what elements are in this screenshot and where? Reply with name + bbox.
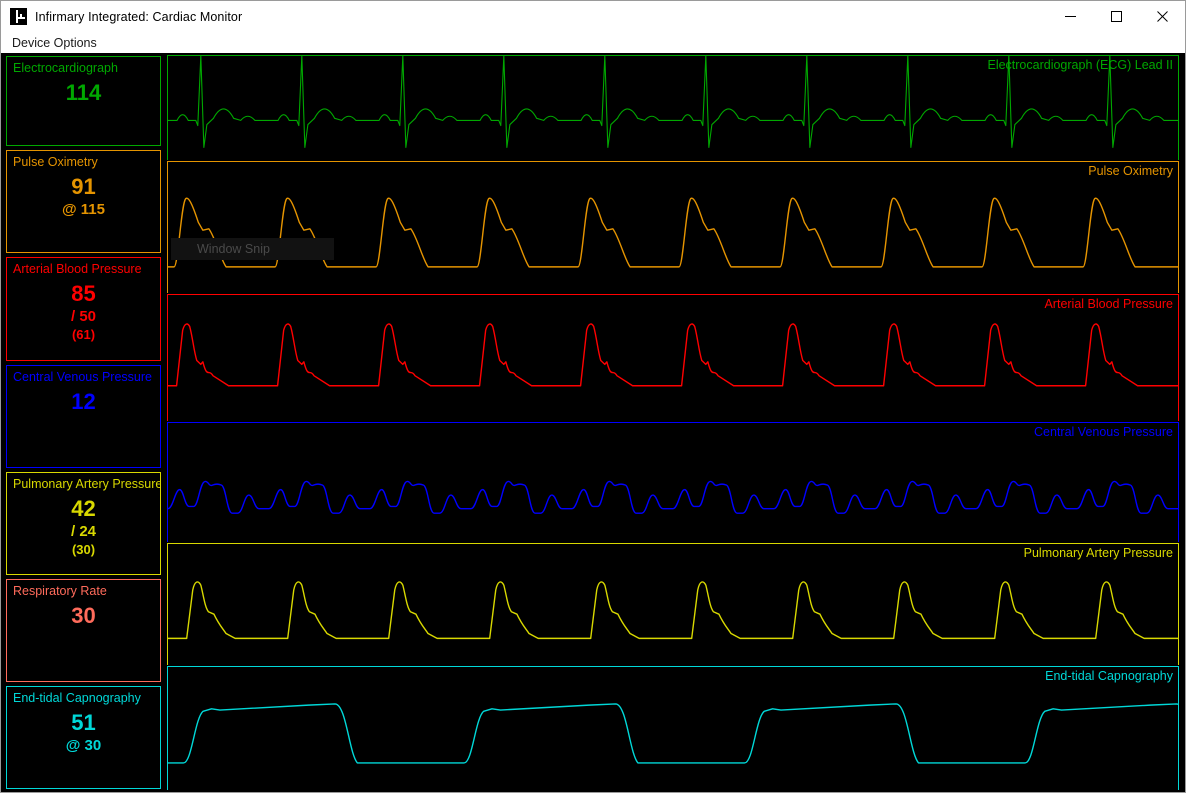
- vital-central-venous-pressure[interactable]: Central Venous Pressure 12: [6, 365, 161, 468]
- vital-central-venous-pressure-value: 12: [13, 389, 154, 415]
- vital-arterial-blood-pressure-label: Arterial Blood Pressure: [13, 262, 154, 277]
- waveform-central-venous-pressure-trace: [168, 423, 1178, 542]
- cardiac-monitor-window: Infirmary Integrated: Cardiac Monitor De…: [0, 0, 1186, 793]
- vital-ecg-label: Electrocardiograph: [13, 61, 154, 76]
- close-icon[interactable]: [1139, 1, 1185, 32]
- vital-arterial-blood-pressure-value: 85: [13, 281, 154, 307]
- monitor-body: Electrocardiograph 114 Pulse Oximetry 91@ 1…: [1, 53, 1185, 792]
- vital-pulmonary-artery-pressure-label: Pulmonary Artery Pressure: [13, 477, 154, 492]
- window-snip-label: Window Snip: [197, 242, 270, 256]
- waveform-end-tidal-capnography[interactable]: End-tidal Capnography: [167, 666, 1179, 790]
- waveform-central-venous-pressure[interactable]: Central Venous Pressure: [167, 422, 1179, 542]
- vital-respiratory-rate[interactable]: Respiratory Rate 30: [6, 579, 161, 682]
- waveform-pulse-oximetry[interactable]: Pulse Oximetry: [167, 161, 1179, 293]
- vital-end-tidal-capnography-label: End-tidal Capnography: [13, 691, 154, 706]
- vital-pulse-oximetry-secondary: @ 115: [13, 200, 154, 219]
- menu-device-options[interactable]: Device Options: [10, 36, 99, 50]
- vital-pulmonary-artery-pressure[interactable]: Pulmonary Artery Pressure 42/ 24(30): [6, 472, 161, 575]
- vital-arterial-blood-pressure-secondary: / 50: [13, 307, 154, 326]
- waveform-end-tidal-capnography-trace: [168, 667, 1178, 790]
- vital-pulmonary-artery-pressure-value: 42: [13, 496, 154, 522]
- waveform-pulmonary-artery-pressure[interactable]: Pulmonary Artery Pressure: [167, 543, 1179, 665]
- vital-central-venous-pressure-label: Central Venous Pressure: [13, 370, 154, 385]
- vital-arterial-blood-pressure[interactable]: Arterial Blood Pressure 85/ 50(61): [6, 257, 161, 360]
- waveform-arterial-blood-pressure-trace: [168, 295, 1178, 421]
- titlebar: Infirmary Integrated: Cardiac Monitor: [1, 1, 1185, 32]
- menubar: Device Options: [1, 32, 1185, 53]
- vital-end-tidal-capnography[interactable]: End-tidal Capnography 51@ 30: [6, 686, 161, 789]
- vital-respiratory-rate-value: 30: [13, 603, 154, 629]
- window-snip-overlay: Window Snip: [171, 238, 334, 260]
- window-controls: [1047, 1, 1185, 32]
- vital-arterial-blood-pressure-mean: (61): [13, 326, 154, 343]
- waveform-ecg[interactable]: Electrocardiograph (ECG) Lead II: [167, 55, 1179, 160]
- vital-ecg-value: 114: [13, 80, 154, 106]
- maximize-icon[interactable]: [1093, 1, 1139, 32]
- waveform-area: Electrocardiograph (ECG) Lead IIPulse Ox…: [166, 53, 1185, 792]
- vitals-sidebar: Electrocardiograph 114 Pulse Oximetry 91@ 1…: [1, 53, 166, 792]
- waveform-ecg-trace: [168, 56, 1178, 160]
- waveform-pulse-oximetry-trace: [168, 162, 1178, 293]
- app-ecg-waveform-icon: [10, 8, 27, 25]
- vital-pulmonary-artery-pressure-secondary: / 24: [13, 522, 154, 541]
- window-title: Infirmary Integrated: Cardiac Monitor: [35, 10, 242, 24]
- waveform-pulmonary-artery-pressure-trace: [168, 544, 1178, 665]
- vital-ecg[interactable]: Electrocardiograph 114: [6, 56, 161, 146]
- minimize-icon[interactable]: [1047, 1, 1093, 32]
- vital-end-tidal-capnography-value: 51: [13, 710, 154, 736]
- vital-respiratory-rate-label: Respiratory Rate: [13, 584, 154, 599]
- waveform-arterial-blood-pressure[interactable]: Arterial Blood Pressure: [167, 294, 1179, 421]
- vital-end-tidal-capnography-secondary: @ 30: [13, 736, 154, 755]
- vital-pulse-oximetry-value: 91: [13, 174, 154, 200]
- vital-pulse-oximetry[interactable]: Pulse Oximetry 91@ 115: [6, 150, 161, 253]
- vital-pulmonary-artery-pressure-mean: (30): [13, 541, 154, 558]
- vital-pulse-oximetry-label: Pulse Oximetry: [13, 155, 154, 170]
